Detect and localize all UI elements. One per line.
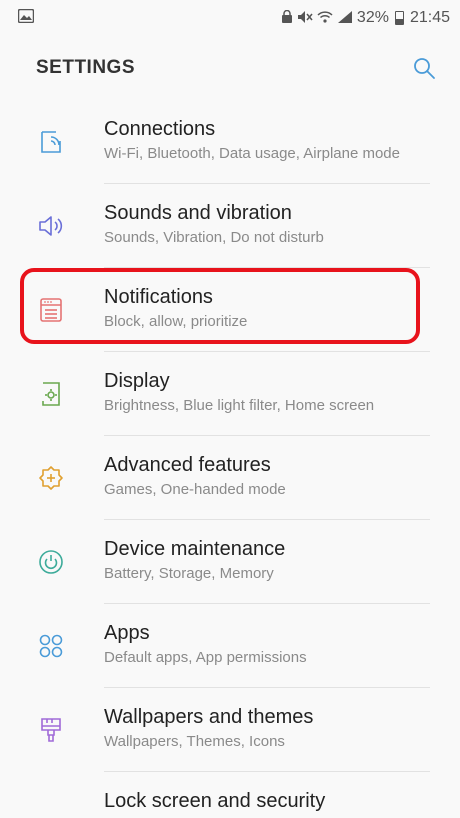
item-text: Advanced features Games, One-handed mode [104, 452, 430, 500]
item-subtitle: Battery, Storage, Memory [104, 565, 274, 582]
item-title: Lock screen and security [104, 790, 326, 812]
display-icon [38, 381, 64, 407]
item-text: Apps Default apps, App permissions [104, 620, 430, 668]
page-title: SETTINGS [36, 57, 136, 78]
advanced-features-icon [38, 465, 64, 491]
notifications-icon [38, 297, 64, 323]
settings-item-device-maintenance[interactable]: Device maintenance Battery, Storage, Mem… [0, 520, 460, 604]
settings-item-lock-screen[interactable]: Lock screen and security [0, 772, 460, 818]
connections-icon [38, 129, 64, 155]
settings-item-connections[interactable]: Connections Wi-Fi, Bluetooth, Data usage… [0, 100, 460, 184]
status-left [17, 8, 35, 28]
lock-status-icon [281, 9, 293, 27]
status-bar: 32% 21:45 [0, 0, 460, 36]
settings-item-apps[interactable]: Apps Default apps, App permissions [0, 604, 460, 688]
gallery-notification-icon [17, 8, 35, 28]
mute-icon [297, 10, 313, 27]
battery-icon [394, 11, 404, 25]
item-text: Sounds and vibration Sounds, Vibration, … [104, 200, 430, 248]
item-subtitle: Brightness, Blue light filter, Home scre… [104, 397, 375, 414]
item-title: Apps [104, 622, 150, 644]
item-text: Wallpapers and themes Wallpapers, Themes… [104, 704, 430, 752]
clock: 21:45 [409, 9, 450, 26]
settings-list: Connections Wi-Fi, Bluetooth, Data usage… [0, 100, 460, 818]
item-subtitle: Block, allow, prioritize [104, 313, 248, 330]
item-subtitle: Wallpapers, Themes, Icons [104, 733, 285, 750]
item-text: Device maintenance Battery, Storage, Mem… [104, 536, 430, 584]
item-text: Display Brightness, Blue light filter, H… [104, 368, 430, 416]
item-subtitle: Default apps, App permissions [104, 649, 307, 666]
item-title: Sounds and vibration [104, 202, 292, 224]
item-subtitle: Sounds, Vibration, Do not disturb [104, 229, 324, 246]
item-title: Device maintenance [104, 538, 286, 560]
apps-icon [38, 633, 64, 659]
header: SETTINGS [0, 36, 460, 100]
item-text: Connections Wi-Fi, Bluetooth, Data usage… [104, 116, 430, 164]
item-title: Notifications [104, 286, 213, 308]
item-subtitle: Games, One-handed mode [104, 481, 286, 498]
settings-item-notifications[interactable]: Notifications Block, allow, prioritize [0, 268, 460, 352]
item-title: Wallpapers and themes [104, 706, 314, 728]
battery-percent: 32% [356, 9, 389, 26]
settings-item-display[interactable]: Display Brightness, Blue light filter, H… [0, 352, 460, 436]
signal-icon [337, 10, 353, 27]
item-text: Lock screen and security [104, 788, 430, 816]
settings-item-sounds[interactable]: Sounds and vibration Sounds, Vibration, … [0, 184, 460, 268]
settings-item-wallpapers[interactable]: Wallpapers and themes Wallpapers, Themes… [0, 688, 460, 772]
device-maintenance-icon [38, 549, 64, 575]
search-icon [414, 58, 435, 79]
item-title: Advanced features [104, 454, 271, 476]
item-title: Connections [104, 118, 216, 140]
paintbrush-icon [38, 717, 64, 743]
item-text: Notifications Block, allow, prioritize [104, 284, 430, 332]
status-right: 32% 21:45 [281, 9, 450, 27]
settings-screen: 32% 21:45 SETTINGS Connections Wi-Fi, Bl… [0, 0, 460, 818]
item-title: Display [104, 370, 170, 392]
search-button[interactable] [410, 54, 438, 82]
wifi-icon [317, 10, 333, 27]
item-subtitle: Wi-Fi, Bluetooth, Data usage, Airplane m… [104, 145, 400, 162]
settings-item-advanced-features[interactable]: Advanced features Games, One-handed mode [0, 436, 460, 520]
speaker-icon [38, 213, 64, 239]
